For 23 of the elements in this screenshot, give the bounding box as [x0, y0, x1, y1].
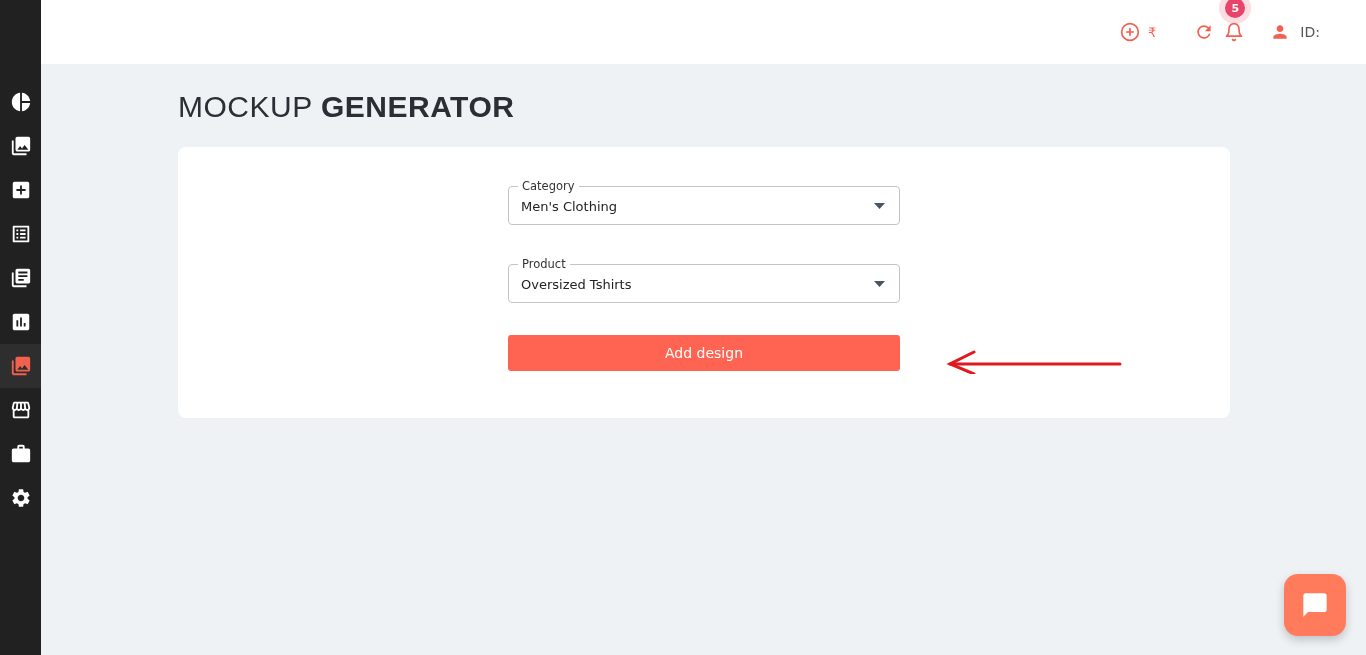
field-value: Oversized Tshirts [521, 276, 632, 292]
field-value: Men's Clothing [521, 198, 617, 214]
notification-badge: 5 [1225, 0, 1246, 18]
briefcase-icon [9, 443, 32, 465]
add-circle-icon[interactable] [1120, 22, 1141, 42]
image-gallery-icon [9, 135, 32, 157]
chat-icon [1301, 591, 1329, 619]
bell-icon[interactable] [1224, 22, 1245, 42]
caret-icon [874, 281, 885, 287]
user-id: ID: [1300, 24, 1320, 40]
select-field[interactable]: Category Men's Clothing [508, 179, 900, 225]
chat-button[interactable] [1284, 574, 1346, 636]
wallet-balance: ₹ [1148, 24, 1157, 40]
select-field[interactable]: Product Oversized Tshirts [508, 257, 900, 303]
store-icon [9, 399, 32, 421]
documents-icon [9, 267, 32, 289]
settings-icon [9, 487, 32, 509]
field-label: Category [521, 179, 576, 193]
image-gallery-icon [9, 355, 32, 377]
field-label: Product [521, 257, 567, 271]
page-title: MOCKUP GENERATOR [178, 90, 516, 125]
caret-icon [874, 203, 885, 209]
pie-chart-icon [9, 91, 32, 113]
